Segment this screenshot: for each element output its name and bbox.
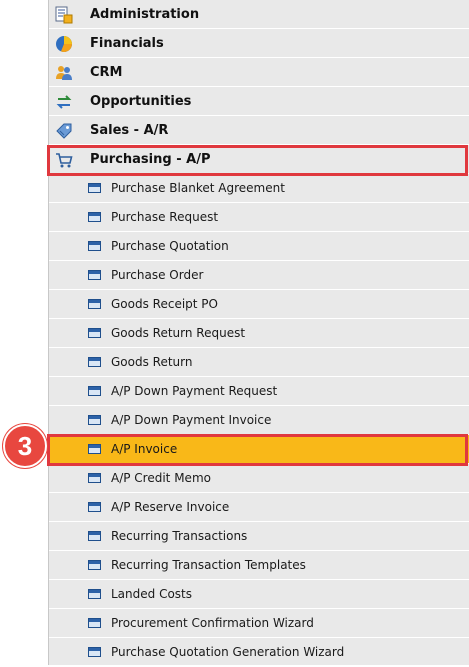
form-window-icon: [88, 560, 101, 570]
form-window-icon: [88, 328, 101, 338]
menu-item-purchase-quotation-generation-wizard[interactable]: Purchase Quotation Generation Wizard: [49, 638, 469, 667]
form-window-icon: [88, 647, 101, 657]
sales-tag-icon: [56, 123, 72, 139]
menu-item-ap-down-payment-request[interactable]: A/P Down Payment Request: [49, 377, 469, 406]
form-window-icon: [88, 357, 101, 367]
menu-item-purchase-blanket-agreement[interactable]: Purchase Blanket Agreement: [49, 174, 469, 203]
form-window-icon: [88, 502, 101, 512]
administration-icon: [55, 6, 73, 24]
menu-item-label: Goods Return Request: [111, 326, 246, 340]
menu-item-label: A/P Reserve Invoice: [111, 500, 230, 514]
form-window-icon: [88, 473, 101, 483]
menu-item-ap-down-payment-invoice[interactable]: A/P Down Payment Invoice: [49, 406, 469, 435]
form-window-icon: [88, 415, 101, 425]
menu-item-label: Recurring Transaction Templates: [111, 558, 306, 572]
menu-item-purchase-order[interactable]: Purchase Order: [49, 261, 469, 290]
form-window-icon: [88, 212, 101, 222]
menu-item-label: Procurement Confirmation Wizard: [111, 616, 314, 630]
form-window-icon: [88, 618, 101, 628]
form-window-icon: [88, 270, 101, 280]
menu-item-label: A/P Down Payment Request: [111, 384, 278, 398]
menu-item-recurring-transaction-templates[interactable]: Recurring Transaction Templates: [49, 551, 469, 580]
menu-item-purchase-quotation[interactable]: Purchase Quotation: [49, 232, 469, 261]
menu-item-purchase-request[interactable]: Purchase Request: [49, 203, 469, 232]
form-window-icon: [88, 386, 101, 396]
menu-item-label: Goods Receipt PO: [111, 297, 218, 311]
menu-item-goods-return-request[interactable]: Goods Return Request: [49, 319, 469, 348]
main-menu-panel: Administration Financials CRM Opportunit…: [48, 0, 469, 667]
financials-pie-icon: [56, 36, 72, 52]
menu-item-ap-credit-memo[interactable]: A/P Credit Memo: [49, 464, 469, 493]
menu-item-label: A/P Credit Memo: [111, 471, 211, 485]
menu-item-label: Landed Costs: [111, 587, 193, 601]
crm-people-icon: [56, 66, 72, 80]
menu-item-label: Purchase Quotation: [111, 239, 229, 253]
menu-category-label: Purchasing - A/P: [90, 152, 211, 167]
menu-category-label: Financials: [90, 36, 164, 51]
menu-item-recurring-transactions[interactable]: Recurring Transactions: [49, 522, 469, 551]
menu-item-ap-reserve-invoice[interactable]: A/P Reserve Invoice: [49, 493, 469, 522]
form-window-icon: [88, 444, 101, 454]
menu-item-label: Purchase Quotation Generation Wizard: [111, 645, 345, 659]
menu-category-opportunities[interactable]: Opportunities: [49, 87, 469, 116]
menu-category-label: CRM: [90, 65, 123, 80]
opportunities-icon: [56, 95, 72, 109]
menu-category-financials[interactable]: Financials: [49, 29, 469, 58]
menu-item-label: Goods Return: [111, 355, 193, 369]
menu-item-label: Purchase Request: [111, 210, 219, 224]
form-window-icon: [88, 183, 101, 193]
step-number-badge: 3: [3, 424, 47, 468]
menu-item-label: A/P Invoice: [111, 442, 178, 456]
menu-item-label: Recurring Transactions: [111, 529, 248, 543]
menu-category-label: Sales - A/R: [90, 123, 169, 138]
menu-category-crm[interactable]: CRM: [49, 58, 469, 87]
menu-category-label: Opportunities: [90, 94, 192, 109]
menu-item-goods-receipt-po[interactable]: Goods Receipt PO: [49, 290, 469, 319]
menu-item-procurement-confirmation-wizard[interactable]: Procurement Confirmation Wizard: [49, 609, 469, 638]
form-window-icon: [88, 589, 101, 599]
menu-category-label: Administration: [90, 7, 200, 22]
menu-item-landed-costs[interactable]: Landed Costs: [49, 580, 469, 609]
menu-category-administration[interactable]: Administration: [49, 0, 469, 29]
menu-item-goods-return[interactable]: Goods Return: [49, 348, 469, 377]
menu-item-label: A/P Down Payment Invoice: [111, 413, 272, 427]
menu-category-purchasing-ap[interactable]: Purchasing - A/P: [49, 145, 469, 174]
menu-category-sales-ar[interactable]: Sales - A/R: [49, 116, 469, 145]
form-window-icon: [88, 531, 101, 541]
menu-item-ap-invoice[interactable]: A/P Invoice: [49, 435, 469, 464]
form-window-icon: [88, 241, 101, 251]
form-window-icon: [88, 299, 101, 309]
purchasing-cart-icon: [56, 153, 73, 168]
menu-item-label: Purchase Blanket Agreement: [111, 181, 285, 195]
menu-item-label: Purchase Order: [111, 268, 204, 282]
